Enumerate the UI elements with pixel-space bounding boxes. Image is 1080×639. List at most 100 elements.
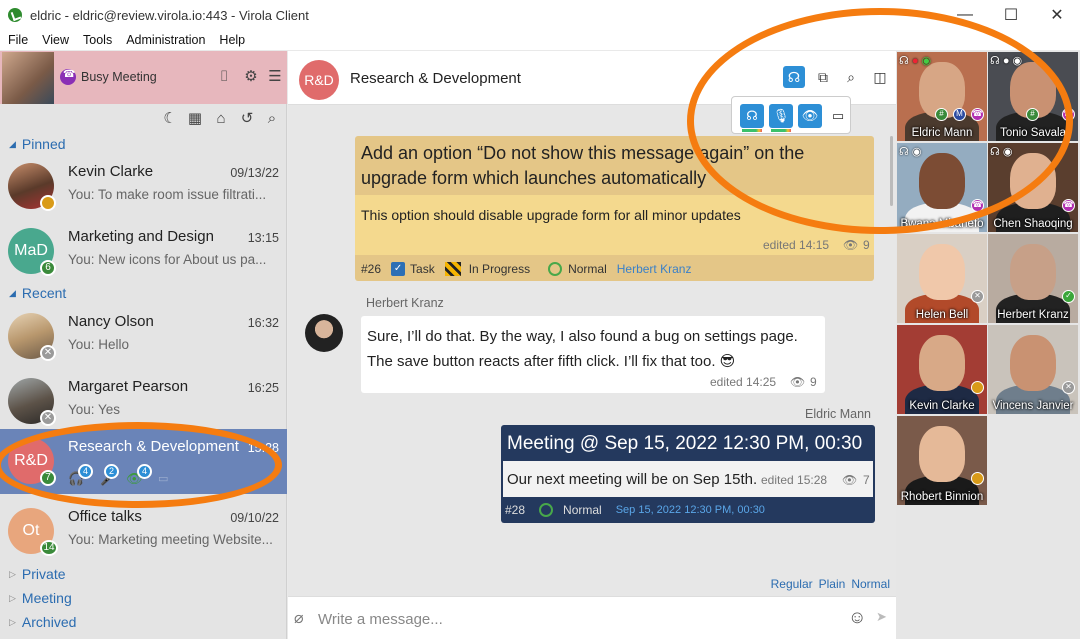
meeting-priority[interactable]: Normal	[563, 503, 602, 517]
menu-file[interactable]: File	[8, 33, 28, 47]
window-title: eldric - eldric@review.virola.io:443 - V…	[30, 7, 309, 23]
status-text[interactable]: Busy Meeting	[81, 70, 157, 84]
contact-preview: You: To make room issue filtrati...	[68, 187, 267, 202]
section-pinned[interactable]: ◢ Pinned	[0, 134, 287, 154]
participant-name: Chen Shaoqing	[993, 218, 1073, 230]
menu-administration[interactable]: Administration	[126, 33, 205, 47]
section-label: Recent	[21, 285, 67, 301]
contact-date: 13:15	[247, 231, 279, 245]
section-meeting[interactable]: ▷ Meeting	[0, 588, 287, 608]
menu-view[interactable]: View	[42, 33, 69, 47]
in-progress-icon	[444, 261, 461, 276]
offline-status-icon: ✕	[40, 410, 56, 426]
chevron-down-icon: ◢	[9, 287, 16, 298]
section-recent[interactable]: ◢ Recent	[0, 283, 287, 303]
gear-icon[interactable]: ⚙	[242, 69, 260, 85]
video-tile[interactable]: ✓ Herbert Kranz	[988, 234, 1078, 323]
edited-label: edited 14:25	[710, 375, 777, 389]
priority-icon	[548, 261, 563, 276]
contact-name: Office talks	[68, 508, 142, 525]
search-icon[interactable]: ⌕	[263, 111, 281, 127]
message-sender: Herbert Kranz	[366, 296, 444, 310]
contact-date: 16:32	[247, 316, 279, 330]
participant-name: Herbert Kranz	[997, 309, 1069, 321]
task-checkbox-icon[interactable]: ✓	[391, 261, 406, 276]
send-icon[interactable]: ➤	[876, 609, 887, 625]
avatar[interactable]	[305, 314, 343, 352]
emoji-icon[interactable]: ☺	[848, 607, 866, 628]
profile-header: Busy Meeting ⌷ ⚙ ☰	[0, 51, 287, 104]
participant-face	[919, 335, 965, 391]
views-count: 9	[863, 238, 870, 252]
format-plain[interactable]: Plain	[819, 577, 846, 591]
format-normal[interactable]: Normal	[851, 577, 890, 591]
maximize-button[interactable]: ☐	[988, 0, 1034, 30]
task-description: This option should disable upgrade form …	[361, 207, 741, 223]
away-status-icon	[40, 195, 56, 211]
contact-name: Margaret Pearson	[68, 378, 189, 395]
section-archived[interactable]: ▷ Archived	[0, 612, 287, 632]
list-item[interactable]: ✕ Nancy Olson 16:32 You: Hello	[0, 304, 287, 369]
meeting-message[interactable]: Meeting @ Sep 15, 2022 12:30 PM, 00:30 O…	[501, 425, 875, 523]
edited-label: edited 14:15	[763, 238, 830, 252]
chevron-down-icon: ◢	[9, 138, 16, 149]
busy-status-icon	[60, 69, 76, 85]
participant-name: Rhobert Binnion	[900, 491, 984, 503]
contact-preview: You: New icons for About us pa...	[68, 252, 267, 267]
message-text: Sure, I’ll do that. By the way, I also f…	[367, 328, 798, 370]
section-label: Archived	[21, 614, 77, 630]
hamburger-menu-icon[interactable]: ☰	[266, 69, 284, 85]
contact-date: 09/13/22	[230, 166, 279, 180]
avatar[interactable]	[2, 52, 54, 104]
contact-preview: You: Hello	[68, 337, 130, 352]
meeting-description: Our next meeting will be on Sep 15th.	[507, 471, 758, 488]
list-item[interactable]: MaD 6 Marketing and Design 13:15 You: Ne…	[0, 219, 287, 284]
video-tile[interactable]: ✕ Vincens Janvier	[988, 325, 1078, 414]
format-regular[interactable]: Regular	[771, 577, 813, 591]
video-tile[interactable]: Rhobert Binnion	[897, 416, 987, 505]
video-tile[interactable]: ✕ Helen Bell	[897, 234, 987, 323]
history-icon[interactable]: ↺	[238, 111, 256, 127]
task-state[interactable]: In Progress	[469, 262, 530, 276]
call-status-icon: ☎	[1062, 199, 1075, 212]
do-not-disturb-icon[interactable]: ☾	[161, 111, 179, 127]
camera-icon[interactable]: ⌷	[215, 69, 233, 85]
section-private[interactable]: ▷ Private	[0, 564, 287, 584]
chat-title: Research & Development	[350, 70, 521, 87]
participant-name: Helen Bell	[915, 309, 969, 321]
close-button[interactable]: ✕	[1034, 0, 1080, 30]
offline-status-icon: ✕	[1062, 381, 1075, 394]
views-count: 7	[863, 473, 870, 487]
participant-face	[919, 426, 965, 482]
calendar-icon[interactable]: ▦	[186, 111, 204, 127]
task-assignee[interactable]: Herbert Kranz	[617, 262, 692, 276]
away-status-icon	[971, 381, 984, 394]
views-icon: 👁	[843, 238, 859, 252]
highlight-oval	[687, 8, 1073, 234]
video-tile[interactable]: Kevin Clarke	[897, 325, 987, 414]
add-room-icon[interactable]: ⌂	[212, 111, 230, 127]
highlight-oval	[0, 422, 282, 508]
task-priority[interactable]: Normal	[568, 262, 607, 276]
contact-preview: You: Marketing meeting Website...	[68, 532, 273, 547]
meeting-time[interactable]: Sep 15, 2022 12:30 PM, 00:30	[616, 504, 765, 516]
chevron-right-icon: ▷	[9, 616, 16, 627]
chevron-right-icon: ▷	[9, 568, 16, 579]
room-avatar: R&D	[299, 60, 339, 100]
message-input[interactable]	[318, 608, 818, 630]
chat-message[interactable]: Sure, I’ll do that. By the way, I also f…	[361, 316, 825, 393]
participant-face	[1010, 335, 1056, 391]
unread-badge: 14	[40, 540, 58, 556]
section-label: Pinned	[21, 136, 66, 152]
list-item[interactable]: Kevin Clarke 09/13/22 You: To make room …	[0, 154, 287, 219]
list-item[interactable]: Ot 14 Office talks 09/10/22 You: Marketi…	[0, 499, 287, 564]
offline-status-icon: ✕	[971, 290, 984, 303]
offline-status-icon: ✕	[40, 345, 56, 361]
menu-tools[interactable]: Tools	[83, 33, 112, 47]
contact-name: Nancy Olson	[68, 313, 154, 330]
contact-date: 09/10/22	[230, 511, 279, 525]
contact-name: Kevin Clarke	[68, 163, 154, 180]
menu-help[interactable]: Help	[219, 33, 245, 47]
contact-name: Marketing and Design	[68, 228, 214, 245]
paperclip-icon[interactable]: ⌀	[294, 608, 304, 628]
